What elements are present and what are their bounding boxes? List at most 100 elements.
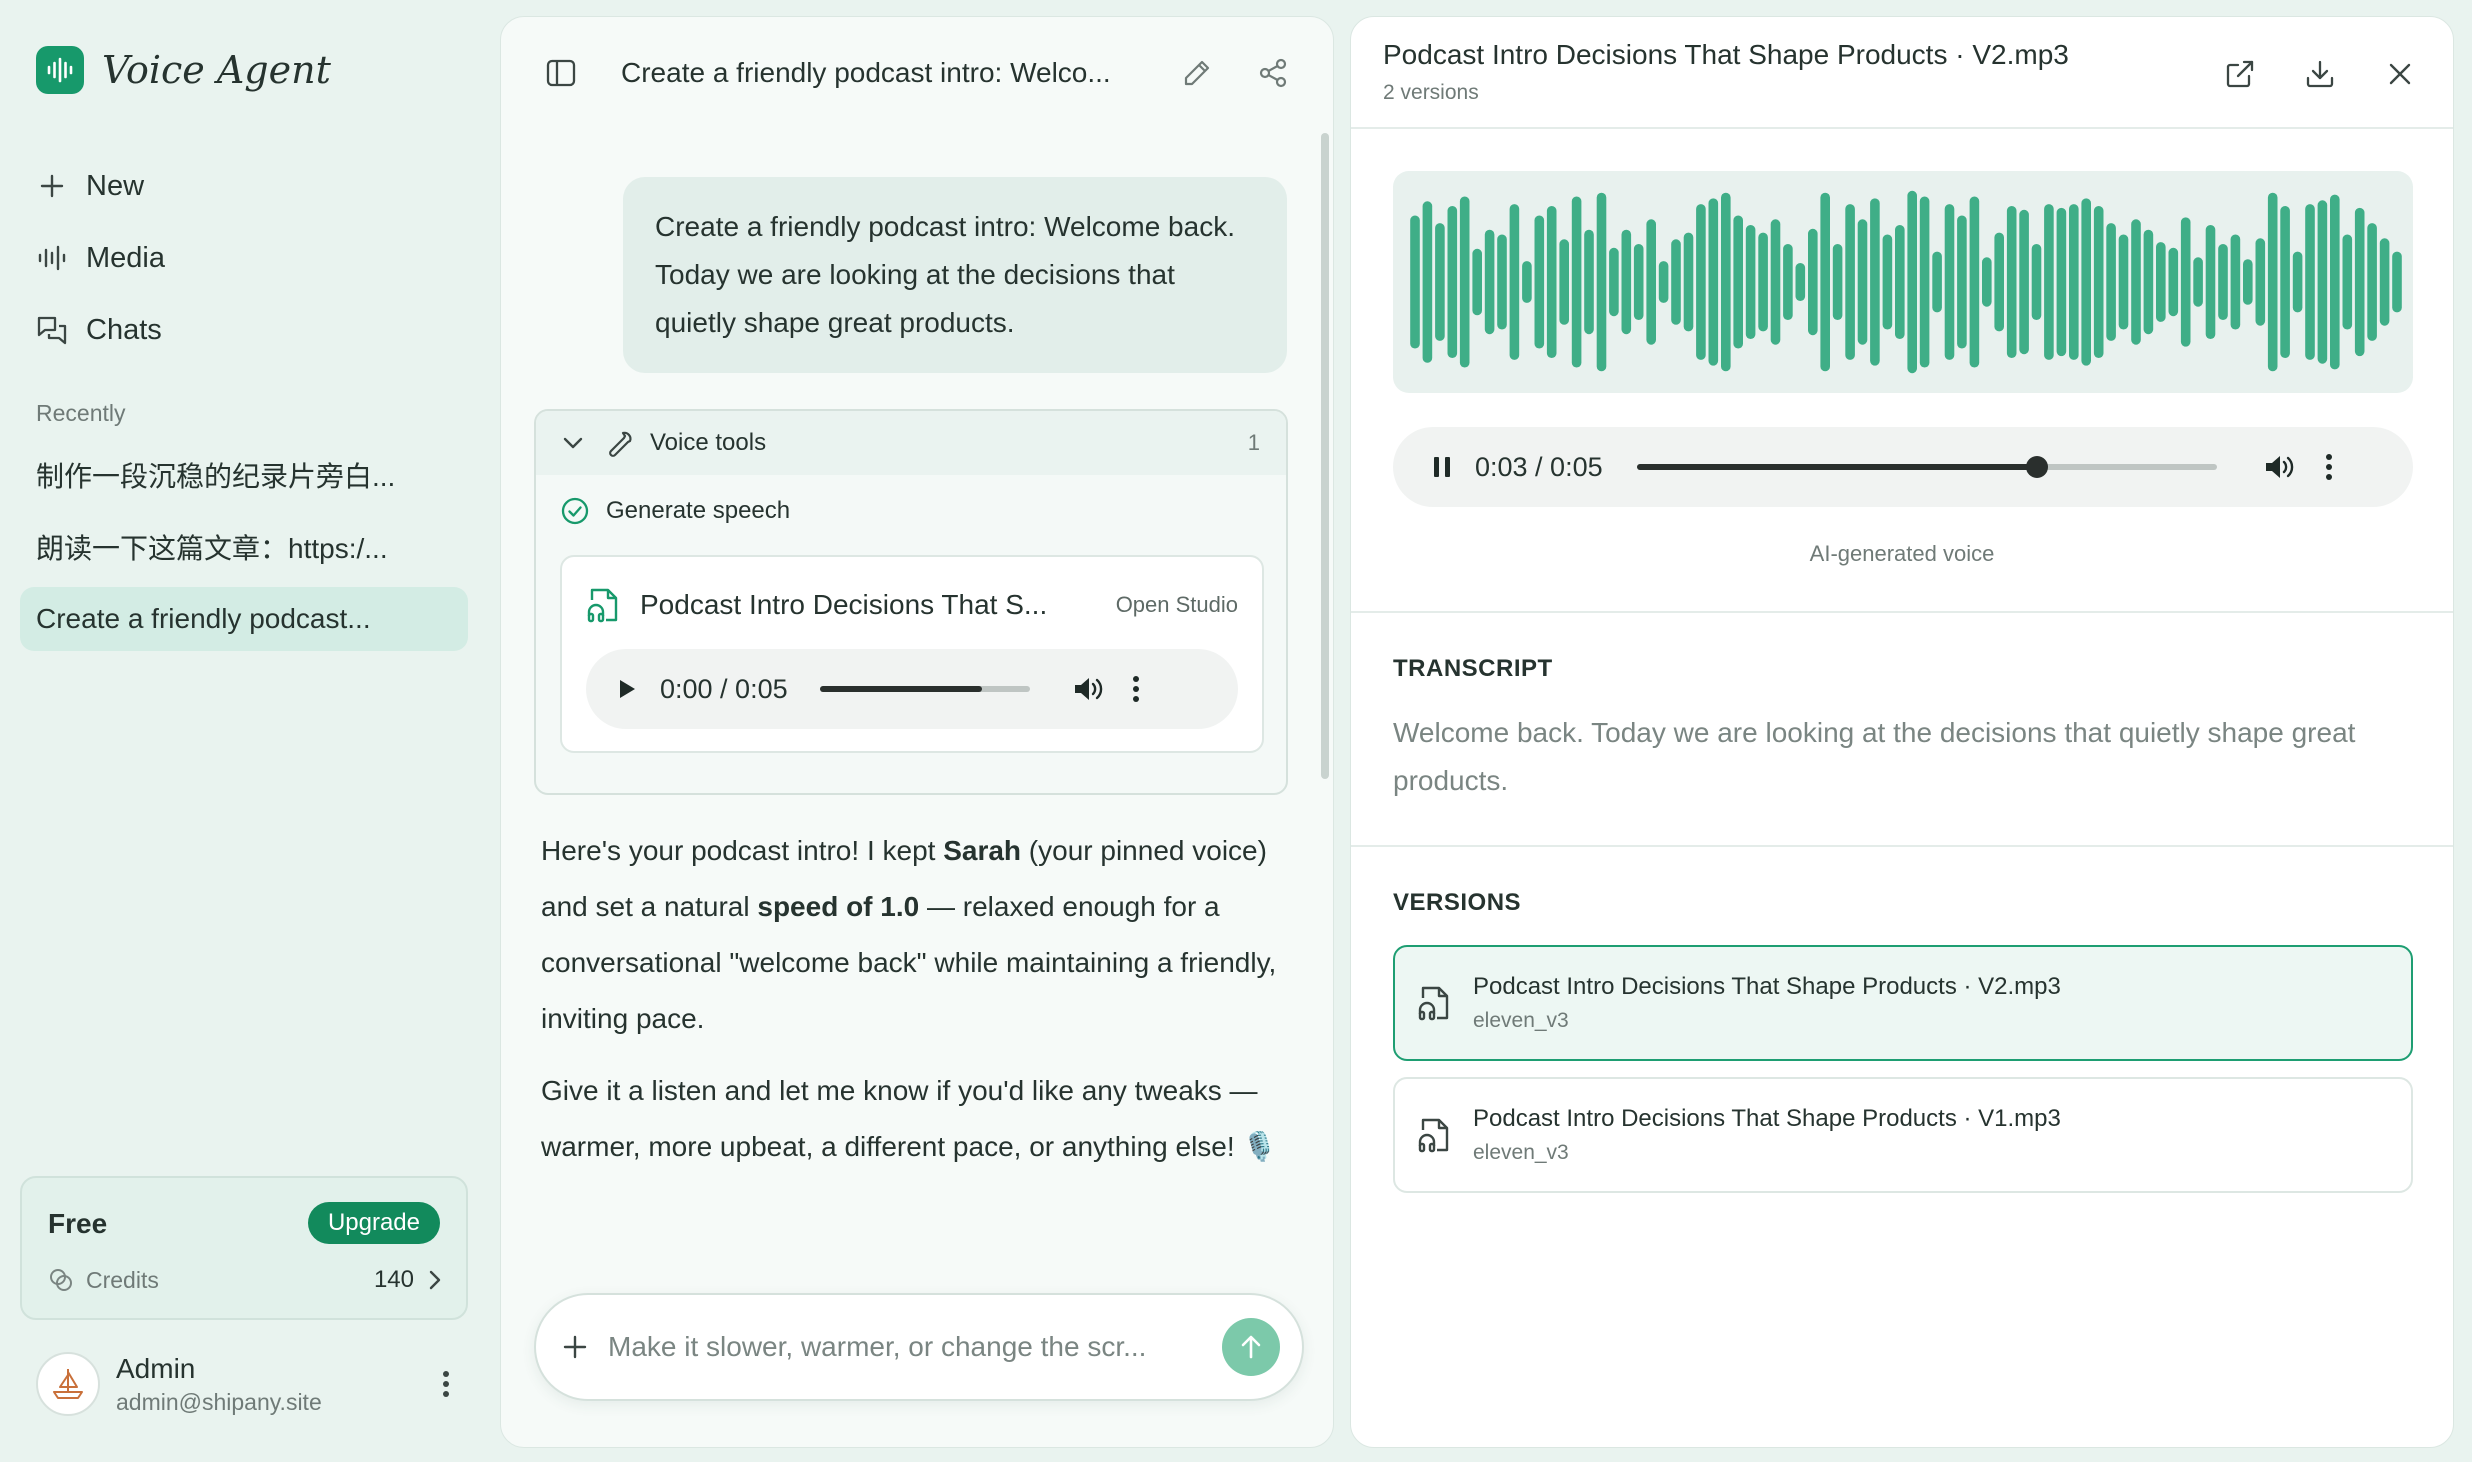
credits-label: Credits xyxy=(86,1266,159,1293)
nav-media[interactable]: Media xyxy=(36,222,165,294)
chats-icon xyxy=(36,314,68,346)
main-nav: New Media Chats xyxy=(36,150,165,366)
main-player-progress[interactable] xyxy=(1637,456,2217,478)
generate-speech-step: Generate speech xyxy=(536,475,1286,547)
waveform-bar xyxy=(1484,229,1495,335)
waveform-bar xyxy=(2143,229,2154,335)
waveform-bar xyxy=(1696,204,1706,360)
waveform-bar xyxy=(1895,225,1905,339)
nav-new-label: New xyxy=(86,169,145,202)
waveform-bar xyxy=(1957,215,1967,349)
user-message: Create a friendly podcast intro: Welcome… xyxy=(623,177,1287,373)
credits-value: 140 xyxy=(373,1266,414,1293)
credits-row[interactable]: Credits 140 xyxy=(48,1264,442,1296)
nav-chats[interactable]: Chats xyxy=(36,294,165,366)
waveform-bar xyxy=(1919,196,1930,368)
chat-scrollbar[interactable] xyxy=(1321,133,1329,779)
waveform-bar xyxy=(1410,215,1420,349)
audio-file-icon xyxy=(1417,1116,1451,1154)
nav-media-label: Media xyxy=(86,241,165,274)
waveform-bar xyxy=(1509,204,1520,360)
user-profile[interactable]: Admin admin@shipany.site xyxy=(36,1350,466,1418)
audio-detail-panel: Podcast Intro Decisions That Shape Produ… xyxy=(1350,16,2454,1448)
recent-chat-item[interactable]: 制作一段沉稳的纪录片旁白... xyxy=(20,443,468,507)
brand[interactable]: Voice Agent xyxy=(36,46,331,94)
voice-tools-count: 1 xyxy=(1247,430,1260,455)
waveform-bar xyxy=(2118,234,2129,330)
voice-agent-logo-icon xyxy=(36,46,84,94)
version-item-v1[interactable]: Podcast Intro Decisions That Shape Produ… xyxy=(1393,1077,2413,1193)
assistant-paragraph-2: Give it a listen and let me know if you'… xyxy=(541,1075,1278,1162)
waveform-bar xyxy=(1820,192,1830,372)
waveform-bar xyxy=(2031,244,2042,320)
waveform-bar xyxy=(2180,217,2191,347)
voice-tools-header[interactable]: Voice tools 1 xyxy=(536,411,1286,475)
waveform-bar xyxy=(1944,204,1955,360)
nav-chats-label: Chats xyxy=(86,313,162,346)
generate-speech-label: Generate speech xyxy=(606,497,791,524)
assistant-message: Here's your podcast intro! I kept Sarah … xyxy=(541,823,1301,1191)
waveform-bar xyxy=(1832,244,1843,320)
play-icon[interactable] xyxy=(616,677,638,701)
download-icon[interactable] xyxy=(2297,51,2343,97)
nav-new[interactable]: New xyxy=(36,150,165,222)
avatar xyxy=(36,1352,100,1416)
waveform-bar xyxy=(1658,261,1669,303)
brand-name: Voice Agent xyxy=(102,48,331,92)
audio-file-name: Podcast Intro Decisions That S... xyxy=(640,589,1048,620)
audio-file-icon xyxy=(586,586,620,624)
waveform-bar xyxy=(1708,198,1719,366)
waveform-bar xyxy=(2367,223,2377,341)
check-circle-icon xyxy=(560,496,590,526)
waveform-bar xyxy=(2342,234,2353,330)
waveform-bar xyxy=(2255,238,2266,326)
pause-icon[interactable] xyxy=(1431,454,1453,480)
add-attachment-icon[interactable] xyxy=(562,1334,588,1360)
waveform-bar xyxy=(1546,206,1557,358)
waveform-bar xyxy=(2131,219,2141,345)
waveform-bar xyxy=(1870,198,1880,366)
waveform-bar xyxy=(2081,198,2091,366)
open-studio-link[interactable]: Open Studio xyxy=(1116,592,1238,618)
more-vertical-icon[interactable] xyxy=(426,1360,466,1408)
transcript-heading: TRANSCRIPT xyxy=(1393,655,1553,682)
progress-thumb[interactable] xyxy=(2026,456,2049,478)
message-input[interactable] xyxy=(608,1317,1206,1377)
audio-lines-icon xyxy=(36,242,68,274)
user-email: admin@shipany.site xyxy=(116,1388,322,1415)
volume-icon[interactable] xyxy=(1072,674,1104,704)
recent-chat-item[interactable]: 朗读一下这篇文章：https:/... xyxy=(20,515,468,579)
waveform-bar xyxy=(1745,225,1756,339)
version-model: eleven_v3 xyxy=(1473,1141,1569,1164)
sidebar-toggle-icon[interactable] xyxy=(537,49,585,97)
waveform-bar xyxy=(1932,251,1942,313)
more-vertical-icon[interactable] xyxy=(1132,675,1140,703)
chat-player-progress[interactable] xyxy=(820,686,1030,692)
waveform-bar xyxy=(1584,229,1594,335)
voice-tools-card: Voice tools 1 Generate speech Podcast In… xyxy=(534,409,1288,795)
user-name: Admin xyxy=(116,1352,196,1384)
waveform[interactable] xyxy=(1393,171,2413,393)
waveform-bar xyxy=(1534,215,1545,349)
divider xyxy=(1351,845,2453,847)
more-vertical-icon[interactable] xyxy=(2325,453,2333,481)
waveform-bars xyxy=(1410,190,2402,374)
ai-generated-label: AI-generated voice xyxy=(1809,541,1995,566)
share-icon[interactable] xyxy=(1249,49,1297,97)
plan-card: Free Upgrade Credits 140 xyxy=(20,1176,468,1320)
waveform-bar xyxy=(2218,244,2228,320)
waveform-bar xyxy=(1435,223,1445,341)
version-name: Podcast Intro Decisions That Shape Produ… xyxy=(1473,1105,2061,1132)
external-link-icon[interactable] xyxy=(2217,51,2263,97)
close-icon[interactable] xyxy=(2377,51,2423,97)
waveform-bar xyxy=(2280,206,2290,358)
pencil-icon[interactable] xyxy=(1173,49,1221,97)
waveform-bar xyxy=(2044,204,2054,360)
chat-panel: Create a friendly podcast intro: Welco..… xyxy=(500,16,1334,1448)
waveform-bar xyxy=(1783,244,1793,320)
version-item-v2[interactable]: Podcast Intro Decisions That Shape Produ… xyxy=(1393,945,2413,1061)
recent-chat-item-active[interactable]: Create a friendly podcast... xyxy=(20,587,468,651)
send-button[interactable] xyxy=(1222,1318,1280,1376)
volume-icon[interactable] xyxy=(2263,452,2295,482)
upgrade-button[interactable]: Upgrade xyxy=(307,1202,440,1244)
